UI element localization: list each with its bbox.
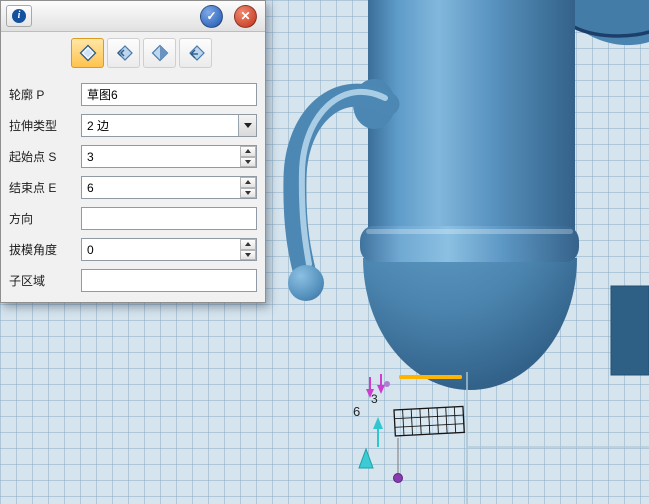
draft-angle-label: 拔模角度 [9, 241, 81, 258]
draft-angle-input[interactable] [81, 238, 257, 261]
field-row-profile: 轮廓 P [9, 83, 257, 106]
panel-titlebar[interactable]: i ✓ ✕ [1, 1, 265, 32]
dimension-label-start: 3 [371, 392, 378, 406]
extrude-mode-toolbar [1, 32, 265, 73]
profile-input[interactable] [81, 83, 257, 106]
extrude-mode-4-button[interactable] [179, 38, 212, 68]
origin-point[interactable] [394, 474, 403, 483]
subregion-input[interactable] [81, 269, 257, 292]
side-object [611, 286, 649, 375]
offset-arrow-cone[interactable] [359, 449, 373, 468]
app-window: 3 6 i ✓ ✕ [0, 0, 649, 504]
direction-input[interactable] [81, 207, 257, 230]
spinner-down-icon [245, 253, 251, 257]
spinner-up-icon [245, 242, 251, 246]
end-point-input[interactable] [81, 176, 257, 199]
spinner-up-icon [245, 180, 251, 184]
extrude-mode-1-button[interactable] [71, 38, 104, 68]
mug-body [368, 0, 575, 230]
dimension-label-end: 6 [353, 404, 360, 419]
start-point-spin-down-button[interactable] [240, 157, 256, 168]
field-row-direction: 方向 [9, 207, 257, 230]
close-icon: ✕ [240, 9, 250, 23]
spinner-down-icon [245, 160, 251, 164]
field-row-extrude-type: 拉伸类型 [9, 114, 257, 137]
field-row-subregion: 子区域 [9, 269, 257, 292]
start-point-spin-up-button[interactable] [240, 146, 256, 157]
extrude-type-label: 拉伸类型 [9, 117, 81, 134]
spinner-down-icon [245, 191, 251, 195]
extrude-type-select[interactable] [81, 114, 257, 137]
extrude-type-dropdown-button[interactable] [238, 115, 256, 136]
field-row-start-point: 起始点 S [9, 145, 257, 168]
flange-highlight [366, 229, 573, 234]
draft-angle-spin-up-button[interactable] [240, 239, 256, 250]
extrude-mode-3-button[interactable] [143, 38, 176, 68]
check-icon: ✓ [206, 9, 216, 23]
field-row-end-point: 结束点 E [9, 176, 257, 199]
direction-label: 方向 [9, 210, 81, 227]
end-point-spin-down-button[interactable] [240, 188, 256, 199]
profile-label: 轮廓 P [9, 86, 81, 103]
subregion-label: 子区域 [9, 272, 81, 289]
highlighted-edge[interactable] [399, 375, 462, 379]
field-row-draft-angle: 拔模角度 [9, 238, 257, 261]
close-button[interactable]: ✕ [234, 5, 257, 28]
start-point-input[interactable] [81, 145, 257, 168]
diamond-chevrons-icon [115, 44, 133, 62]
diamond-solid-icon [79, 44, 97, 62]
handle-ball [288, 265, 324, 301]
direction-arrow[interactable] [373, 417, 383, 447]
end-point-spin-up-button[interactable] [240, 177, 256, 188]
extrude-feature-panel: i ✓ ✕ [0, 0, 266, 303]
extrude-mode-2-button[interactable] [107, 38, 140, 68]
info-icon: i [12, 9, 26, 23]
diamond-half-icon [151, 44, 169, 62]
end-point-label: 结束点 E [9, 179, 81, 196]
draft-angle-spin-down-button[interactable] [240, 250, 256, 261]
diamond-arrow-icon [187, 44, 205, 62]
chevron-down-icon [244, 123, 252, 128]
start-point-label: 起始点 S [9, 148, 81, 165]
ok-button[interactable]: ✓ [200, 5, 223, 28]
spinner-up-icon [245, 149, 251, 153]
sketch-point[interactable] [384, 381, 390, 387]
extrude-preview-box [394, 406, 464, 436]
info-button[interactable]: i [6, 5, 32, 27]
extrude-form: 轮廓 P 拉伸类型 起始点 S [1, 73, 265, 302]
